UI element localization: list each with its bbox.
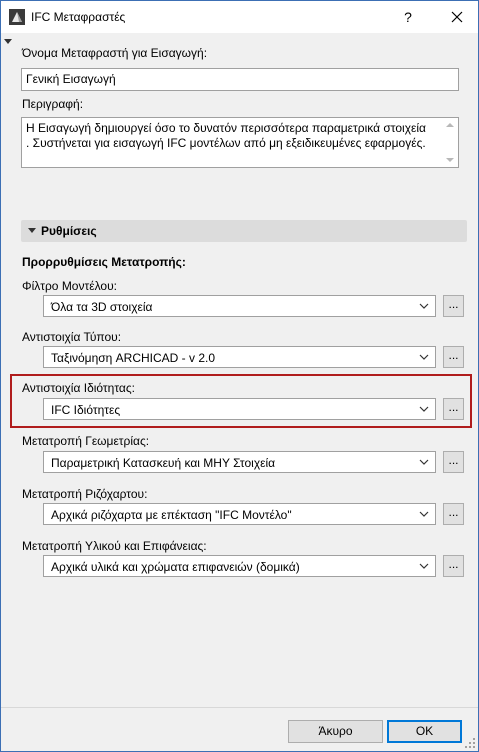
layer-conversion-value: Αρχικά ριζόχαρτα με επέκταση "IFC Μοντέλ…	[51, 508, 292, 522]
translator-name-input[interactable]: Γενική Εισαγωγή	[21, 68, 459, 91]
description-text: Η Εισαγωγή δημιουργεί όσο το δυνατόν περ…	[26, 121, 426, 150]
property-mapping-select[interactable]: IFC Ιδιότητες	[43, 398, 436, 420]
close-icon	[451, 11, 463, 23]
type-mapping-label: Αντιστοιχία Τύπου:	[22, 330, 122, 344]
geometry-conversion-select[interactable]: Παραμετρική Κατασκευή και ΜΗΥ Στοιχεία	[43, 451, 436, 473]
type-mapping-select[interactable]: Ταξινόμηση ARCHICAD - v 2.0	[43, 346, 436, 368]
property-mapping-value: IFC Ιδιότητες	[51, 403, 121, 417]
layer-conversion-label: Μετατροπή Ριζόχαρτου:	[22, 487, 148, 501]
cancel-button[interactable]: Άκυρο	[288, 720, 383, 743]
archicad-app-icon	[9, 9, 25, 25]
translator-name-label: Όνομα Μεταφραστή για Εισαγωγή:	[22, 46, 208, 60]
material-conversion-value: Αρχικά υλικά και χρώματα επιφανειών (δομ…	[51, 560, 300, 574]
model-filter-value: Όλα τα 3D στοιχεία	[51, 300, 153, 314]
chevron-down-icon	[419, 563, 429, 569]
layer-conversion-options-button[interactable]: ...	[443, 503, 464, 525]
material-conversion-label: Μετατροπή Υλικού και Επιφάνειας:	[22, 539, 207, 553]
description-textarea[interactable]: Η Εισαγωγή δημιουργεί όσο το δυνατόν περ…	[21, 117, 459, 168]
model-filter-options-button[interactable]: ...	[443, 295, 464, 317]
property-mapping-label: Αντιστοιχία Ιδιότητας:	[22, 381, 135, 395]
title-bar: IFC Μεταφραστές ?	[1, 1, 478, 33]
help-button[interactable]: ?	[398, 7, 418, 27]
property-mapping-options-button[interactable]: ...	[443, 398, 464, 420]
geometry-conversion-options-button[interactable]: ...	[443, 451, 464, 473]
settings-section-header[interactable]: Ρυθμίσεις	[21, 220, 467, 242]
chevron-down-icon	[419, 354, 429, 360]
expand-triangle-icon	[28, 228, 36, 233]
model-filter-label: Φίλτρο Μοντέλου:	[22, 279, 117, 293]
geometry-conversion-value: Παραμετρική Κατασκευή και ΜΗΥ Στοιχεία	[51, 456, 276, 470]
material-conversion-select[interactable]: Αρχικά υλικά και χρώματα επιφανειών (δομ…	[43, 555, 436, 577]
footer-separator	[1, 707, 478, 708]
settings-section-title: Ρυθμίσεις	[41, 224, 97, 238]
scroll-up-icon[interactable]	[446, 123, 454, 127]
chevron-down-icon	[419, 459, 429, 465]
model-filter-select[interactable]: Όλα τα 3D στοιχεία	[43, 295, 436, 317]
chevron-down-icon	[419, 303, 429, 309]
ifc-translators-dialog: IFC Μεταφραστές ? Όνομα Μεταφραστή για Ε…	[0, 0, 479, 752]
close-button[interactable]	[447, 7, 467, 27]
layer-conversion-select[interactable]: Αρχικά ριζόχαρτα με επέκταση "IFC Μοντέλ…	[43, 503, 436, 525]
chevron-down-icon	[419, 406, 429, 412]
window-title: IFC Μεταφραστές	[31, 10, 126, 24]
geometry-conversion-label: Μετατροπή Γεωμετρίας:	[22, 434, 150, 448]
description-scrollbar[interactable]	[443, 119, 457, 166]
ok-button[interactable]: OK	[387, 720, 462, 743]
scroll-down-icon[interactable]	[446, 158, 454, 162]
chevron-down-icon	[419, 511, 429, 517]
description-label: Περιγραφή:	[22, 97, 84, 111]
type-mapping-value: Ταξινόμηση ARCHICAD - v 2.0	[51, 351, 216, 365]
resize-grip-icon[interactable]	[465, 738, 475, 748]
collapse-panel-icon[interactable]	[4, 39, 12, 44]
material-conversion-options-button[interactable]: ...	[443, 555, 464, 577]
type-mapping-options-button[interactable]: ...	[443, 346, 464, 368]
presets-label: Προρρυθμίσεις Μετατροπής:	[22, 255, 186, 269]
